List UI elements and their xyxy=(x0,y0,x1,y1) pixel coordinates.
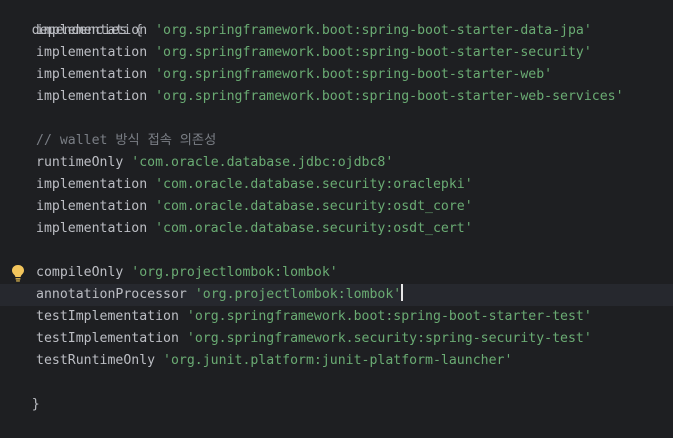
lightbulb-icon[interactable] xyxy=(11,264,25,282)
dependency-configuration: implementation xyxy=(36,177,148,192)
dependency-coordinate: 'org.springframework.boot:spring-boot-st… xyxy=(155,23,592,38)
code-line[interactable]: implementation 'org.springframework.boot… xyxy=(0,42,673,64)
dependency-configuration: annotationProcessor xyxy=(36,287,187,302)
current-code-line[interactable]: annotationProcessor 'org.projectlombok:l… xyxy=(0,284,673,306)
code-line[interactable]: implementation 'org.springframework.boot… xyxy=(0,20,673,42)
dependency-coordinate: 'org.springframework.boot:spring-boot-st… xyxy=(155,89,624,104)
dependency-configuration: implementation xyxy=(36,221,148,236)
dependency-configuration: compileOnly xyxy=(36,265,124,280)
code-line[interactable]: compileOnly 'org.projectlombok:lombok' xyxy=(0,262,673,284)
dependency-coordinate: 'org.springframework.boot:spring-boot-st… xyxy=(155,45,592,60)
code-line[interactable]: // wallet 방식 접속 의존성 xyxy=(0,130,673,152)
dependency-coordinate: 'org.projectlombok:lombok' xyxy=(194,287,402,302)
dependency-coordinate: 'org.projectlombok:lombok' xyxy=(131,265,338,280)
dependency-configuration: testImplementation xyxy=(36,309,179,324)
code-editor[interactable]: dependencies { implementation 'org.sprin… xyxy=(0,0,673,416)
dependency-coordinate: 'com.oracle.database.security:osdt_core' xyxy=(155,199,473,214)
dependency-configuration: testImplementation xyxy=(36,331,179,346)
dependency-configuration: implementation xyxy=(36,89,148,104)
dependency-coordinate: 'org.springframework.boot:spring-boot-st… xyxy=(186,309,592,324)
dependency-coordinate: 'com.oracle.database.security:osdt_cert' xyxy=(155,221,473,236)
dependency-coordinate: 'com.oracle.database.jdbc:ojdbc8' xyxy=(131,155,394,170)
code-comment: // wallet 방식 접속 의존성 xyxy=(36,133,217,148)
dependency-configuration: implementation xyxy=(36,45,148,60)
dependency-configuration: implementation xyxy=(36,67,148,82)
code-line[interactable]: implementation 'org.springframework.boot… xyxy=(0,86,673,108)
dependency-configuration: testRuntimeOnly xyxy=(36,353,156,368)
code-line[interactable]: testImplementation 'org.springframework.… xyxy=(0,306,673,328)
code-line[interactable]: testRuntimeOnly 'org.junit.platform:juni… xyxy=(0,350,673,372)
dependency-coordinate: 'org.junit.platform:junit-platform-launc… xyxy=(163,353,513,368)
code-line[interactable]: dependencies { xyxy=(0,0,673,38)
code-line[interactable]: implementation 'com.oracle.database.secu… xyxy=(0,174,673,196)
code-line[interactable]: implementation 'com.oracle.database.secu… xyxy=(0,196,673,218)
dependencies-block-close: } xyxy=(31,397,40,412)
dependency-coordinate: 'com.oracle.database.security:oraclepki' xyxy=(155,177,473,192)
text-caret xyxy=(401,284,404,301)
code-line[interactable]: implementation 'org.springframework.boot… xyxy=(0,64,673,86)
dependency-coordinate: 'org.springframework.security:spring-sec… xyxy=(186,331,592,346)
dependency-coordinate: 'org.springframework.boot:spring-boot-st… xyxy=(155,67,553,82)
dependency-configuration: implementation xyxy=(36,23,148,38)
code-line[interactable]: runtimeOnly 'com.oracle.database.jdbc:oj… xyxy=(0,152,673,174)
code-line[interactable]: } xyxy=(0,372,673,412)
code-line[interactable]: implementation 'com.oracle.database.secu… xyxy=(0,218,673,240)
dependency-configuration: implementation xyxy=(36,199,148,214)
code-line[interactable]: testImplementation 'org.springframework.… xyxy=(0,328,673,350)
dependency-configuration: runtimeOnly xyxy=(36,155,124,170)
